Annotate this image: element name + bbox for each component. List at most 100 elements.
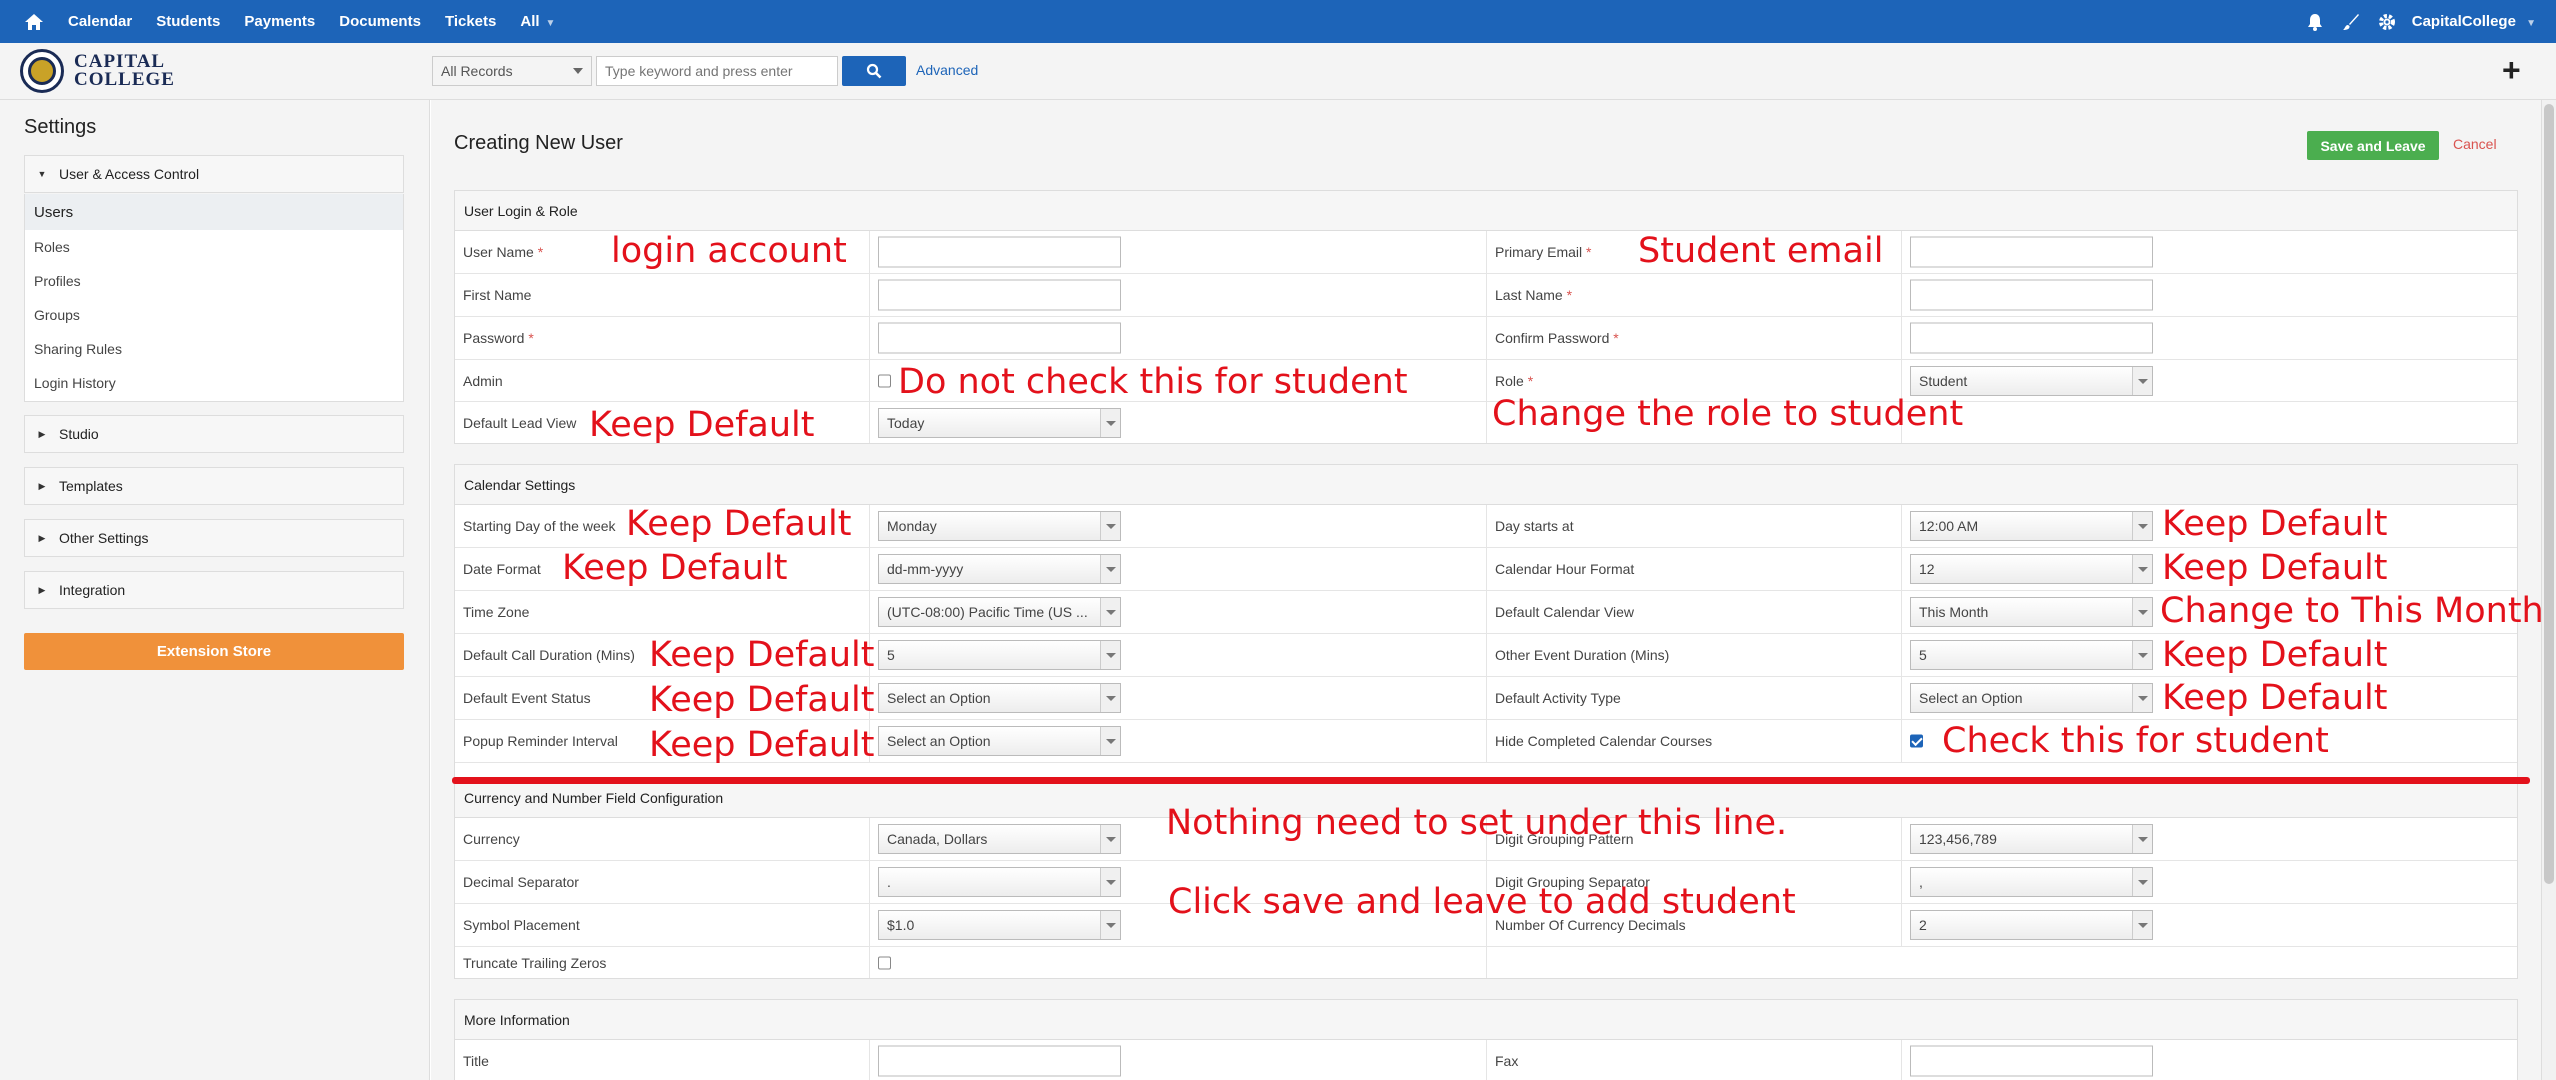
nav-tickets[interactable]: Tickets (445, 13, 496, 30)
account-menu[interactable]: CapitalCollege ▼ (2412, 13, 2536, 30)
first-name-label: First Name (463, 287, 532, 303)
advanced-search-link[interactable]: Advanced (916, 62, 978, 78)
extension-store-button[interactable]: Extension Store (24, 633, 404, 670)
select-value: Monday (887, 518, 937, 534)
currency-select[interactable]: Canada, Dollars (878, 824, 1121, 854)
annotation-do-not-check: Do not check this for student (898, 362, 1408, 402)
block-header: User Login & Role (455, 191, 2517, 231)
nav-payments[interactable]: Payments (244, 13, 315, 30)
sidebar-item-login-history[interactable]: Login History (25, 366, 403, 400)
scrollbar-thumb[interactable] (2544, 104, 2554, 884)
plus-icon[interactable]: + (2502, 54, 2521, 86)
cancel-link[interactable]: Cancel (2453, 136, 2497, 152)
title-field[interactable] (878, 1045, 1121, 1077)
admin-checkbox[interactable] (878, 374, 891, 387)
sidebar-item-groups[interactable]: Groups (25, 298, 403, 332)
calendar-view-select[interactable]: This Month (1910, 597, 2153, 627)
select-value: dd-mm-yyyy (887, 561, 964, 577)
home-icon[interactable] (20, 11, 48, 33)
page-scrollbar[interactable] (2541, 100, 2556, 1080)
records-select[interactable]: All Records (432, 56, 592, 86)
event-status-select[interactable]: Select an Option (878, 683, 1121, 713)
symbol-placement-select[interactable]: $1.0 (878, 910, 1121, 940)
form-row: Title Fax (455, 1040, 2517, 1080)
save-and-leave-button[interactable]: Save and Leave (2307, 131, 2439, 160)
required-marker: * (1527, 372, 1534, 389)
reminder-interval-select[interactable]: Select an Option (878, 726, 1121, 756)
activity-type-select[interactable]: Select an Option (1910, 683, 2153, 713)
page-title: Creating New User (454, 132, 623, 154)
chevron-down-icon (1100, 555, 1120, 583)
nav-calendar[interactable]: Calendar (68, 13, 132, 30)
fax-field[interactable] (1910, 1045, 2153, 1077)
sidebar-item-sharing-rules[interactable]: Sharing Rules (25, 332, 403, 366)
confirm-password-field[interactable] (1910, 322, 2153, 354)
role-select[interactable]: Student (1910, 365, 2153, 396)
bell-icon[interactable] (2304, 11, 2326, 33)
account-name: CapitalCollege (2411, 13, 2516, 30)
section-label: Templates (59, 478, 123, 494)
select-value: 123,456,789 (1919, 831, 1997, 847)
section-label: Studio (59, 426, 99, 442)
sidebar-section-integration[interactable]: ▶ Integration (24, 571, 404, 609)
hide-completed-checkbox[interactable] (1910, 734, 1923, 748)
lead-view-value: Today (887, 414, 925, 431)
sidebar-item-roles[interactable]: Roles (25, 230, 403, 264)
sidebar-section-studio[interactable]: ▶ Studio (24, 415, 404, 453)
hour-format-select[interactable]: 12 (1910, 554, 2153, 584)
annotation-check-this: Check this for student (1942, 721, 2329, 761)
annotation-change-role: Change the role to student (1492, 394, 1964, 434)
triangle-down-icon: ▼ (37, 169, 47, 179)
last-name-field[interactable] (1910, 279, 2153, 311)
event-duration-select[interactable]: 5 (1910, 640, 2153, 670)
college-logo[interactable]: CAPITAL COLLEGE (20, 49, 175, 93)
default-lead-view-select[interactable]: Today (878, 407, 1121, 438)
required-marker: * (1613, 330, 1619, 346)
call-duration-select[interactable]: 5 (878, 640, 1121, 670)
annotation-student-email: Student email (1638, 231, 1884, 271)
chevron-down-icon (1100, 684, 1120, 712)
currency-label: Currency (463, 831, 520, 847)
chevron-down-icon (2132, 868, 2152, 896)
hide-completed-label: Hide Completed Calendar Courses (1495, 733, 1713, 749)
time-zone-select[interactable]: (UTC-08:00) Pacific Time (US ... (878, 597, 1121, 627)
sidebar-item-profiles[interactable]: Profiles (25, 264, 403, 298)
nav-students[interactable]: Students (156, 13, 220, 30)
sidebar-item-users[interactable]: Users (25, 194, 403, 230)
search-input[interactable] (596, 56, 838, 86)
first-name-field[interactable] (878, 279, 1121, 311)
date-format-select[interactable]: dd-mm-yyyy (878, 554, 1121, 584)
currency-decimals-select[interactable]: 2 (1910, 910, 2153, 940)
sidebar-section-templates[interactable]: ▶ Templates (24, 467, 404, 505)
sidebar-section-user-access[interactable]: ▼ User & Access Control (24, 155, 404, 193)
sidebar-section-other-settings[interactable]: ▶ Other Settings (24, 519, 404, 557)
chevron-down-icon (1100, 408, 1120, 437)
day-starts-select[interactable]: 12:00 AM (1910, 511, 2153, 541)
password-label: Password * (463, 330, 534, 346)
annotation-keep-default: Keep Default (2162, 504, 2388, 544)
annotation-keep-default: Keep Default (626, 504, 852, 544)
annotation-keep-default: Keep Default (649, 680, 875, 720)
annotation-change-month: Change to This Month (2160, 591, 2544, 631)
starting-day-select[interactable]: Monday (878, 511, 1121, 541)
hour-format-label: Calendar Hour Format (1495, 561, 1635, 577)
primary-email-field[interactable] (1910, 236, 2153, 268)
select-value: 12:00 AM (1919, 518, 1979, 534)
annotation-login-account: login account (611, 231, 847, 271)
chevron-down-icon (2132, 366, 2152, 395)
digit-grouping-separator-select[interactable]: , (1910, 867, 2153, 897)
search-button[interactable] (842, 56, 906, 86)
truncate-zeros-checkbox[interactable] (878, 956, 891, 969)
password-field[interactable] (878, 322, 1121, 354)
chevron-down-icon: ▼ (545, 18, 556, 29)
annotation-divider-line (452, 777, 2530, 784)
decimal-separator-select[interactable]: . (878, 867, 1121, 897)
nav-documents[interactable]: Documents (339, 13, 421, 30)
digit-grouping-pattern-select[interactable]: 123,456,789 (1910, 824, 2153, 854)
brush-icon[interactable] (2340, 11, 2362, 33)
gear-icon[interactable] (2376, 11, 2398, 33)
nav-all[interactable]: All ▼ (520, 13, 555, 30)
user-name-field[interactable] (878, 236, 1121, 268)
field-label: Confirm Password (1495, 330, 1610, 346)
top-nav: Calendar Students Payments Documents Tic… (0, 0, 2556, 43)
